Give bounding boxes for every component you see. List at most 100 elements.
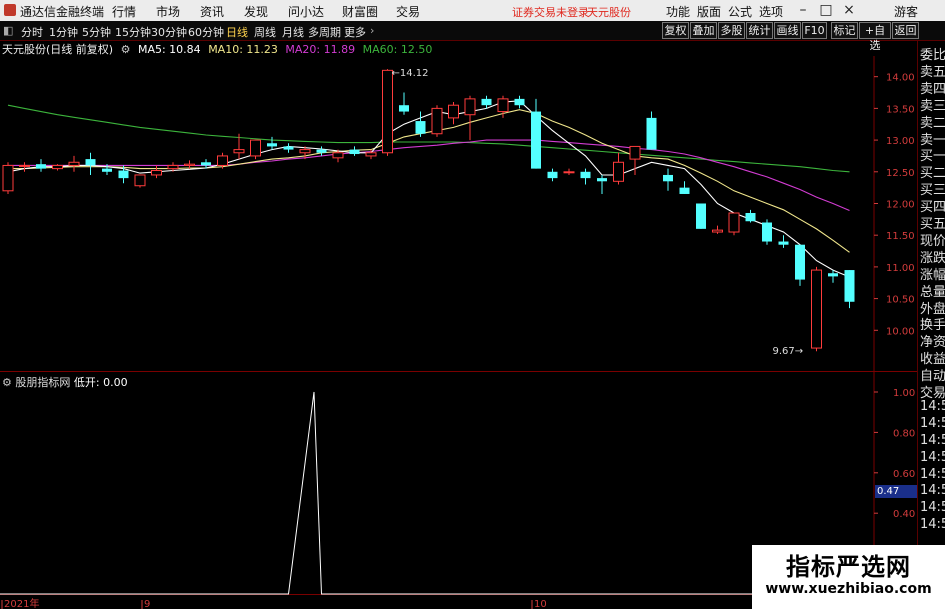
candle-body-down xyxy=(795,244,805,280)
candle-body-down xyxy=(85,159,96,166)
side-panel-label: 14:56 xyxy=(920,415,945,431)
candle-body-up xyxy=(184,163,195,166)
period-5min[interactable]: 5分钟 xyxy=(82,24,111,40)
candle-body-up xyxy=(134,174,146,187)
period-60min[interactable]: 60分钟 xyxy=(188,24,224,40)
menu-faxian[interactable]: 发现 xyxy=(244,3,268,20)
chart-title: 天元股份(日线 前复权) xyxy=(2,43,114,56)
f10-button[interactable]: F10 xyxy=(802,22,827,39)
statistics-button[interactable]: 统计 xyxy=(746,22,773,39)
candle-body-up xyxy=(299,149,311,154)
menu-gongneng[interactable]: 功能 xyxy=(666,3,690,20)
ma60-label: MA60: 12.50 xyxy=(362,43,433,56)
indicator-tick-label: 0.80 xyxy=(893,428,915,439)
side-panel-label: 14:56 xyxy=(920,432,945,448)
price-tick-label: 14.00 xyxy=(886,73,915,84)
candle-body-down xyxy=(646,117,657,150)
side-panel-label: 14:56 xyxy=(920,500,945,516)
chevron-right-icon[interactable]: › xyxy=(370,24,374,37)
menu-jiaoyi[interactable]: 交易 xyxy=(396,3,420,20)
settings-gear-icon[interactable]: ⚙ xyxy=(121,43,131,56)
period-multi[interactable]: 多周期 xyxy=(308,24,341,40)
draw-line-button[interactable]: 画线 xyxy=(774,22,801,39)
menu-gongshi[interactable]: 公式 xyxy=(728,3,752,20)
side-panel-label: 14:56 xyxy=(920,466,945,482)
candle-body-down xyxy=(828,273,838,277)
candle-body-up xyxy=(233,149,245,154)
candle-body-up xyxy=(2,164,14,192)
collapse-left-icon[interactable]: ◧ xyxy=(3,24,13,37)
candle-body-down xyxy=(778,241,789,245)
period-more[interactable]: 更多 xyxy=(344,24,366,40)
candle-body-up xyxy=(167,164,179,170)
fuquan-button[interactable]: 复权 xyxy=(662,22,689,39)
menu-hangqing[interactable]: 行情 xyxy=(112,3,136,20)
ma10-line xyxy=(8,109,850,253)
indicator-settings-icon[interactable]: ⚙ xyxy=(2,376,12,389)
close-icon[interactable]: × xyxy=(838,1,860,20)
quote-side-panel: 委比 卖五 卖四 卖三 卖二 卖一 买一 买二 买三 买四 买五 现价 涨跌 涨幅 总量 外盘 换手 净资 收益 自动… xyxy=(917,41,945,609)
period-30min[interactable]: 30分钟 xyxy=(151,24,187,40)
price-tick-label: 13.00 xyxy=(886,136,915,147)
candle-body-down xyxy=(415,121,426,134)
period-15min[interactable]: 15分钟 xyxy=(115,24,151,40)
watermark-url: www.xuezhibiao.com xyxy=(765,581,932,597)
maximize-icon[interactable]: □ xyxy=(815,1,837,20)
add-watchlist-button[interactable]: +自选 xyxy=(859,22,891,52)
candle-body-up xyxy=(382,69,393,154)
candle-body-down xyxy=(283,146,294,150)
candle-body-down xyxy=(36,164,46,169)
period-monthly[interactable]: 月线 xyxy=(282,24,304,40)
candle-body-up xyxy=(365,152,377,157)
date-tick-label: 10 xyxy=(534,599,547,609)
ma20-label: MA20: 11.89 xyxy=(285,43,356,56)
indicator-tick-label: 0.60 xyxy=(893,469,915,480)
price-tick-label: 11.50 xyxy=(886,231,915,242)
indicator-tick-label: 0.40 xyxy=(893,509,915,520)
indicator-tick-label: 1.00 xyxy=(893,388,915,399)
menu-banmian[interactable]: 版面 xyxy=(697,3,721,20)
app-title: 通达信金融终端 xyxy=(20,5,105,19)
side-panel-label: 14:56 xyxy=(920,483,945,499)
price-tick-label: 13.50 xyxy=(886,104,915,115)
ma10-label: MA10: 11.23 xyxy=(208,43,278,56)
menu-shichang[interactable]: 市场 xyxy=(156,3,180,20)
high-price-marker: ←14.12 xyxy=(392,68,429,79)
menu-zixun[interactable]: 资讯 xyxy=(200,3,224,20)
candle-body-up xyxy=(497,98,509,113)
watermark: 指标严选网 www.xuezhibiao.com xyxy=(752,545,945,609)
multi-stock-button[interactable]: 多股 xyxy=(718,22,745,39)
period-1min[interactable]: 1分钟 xyxy=(49,24,78,40)
candle-body-down xyxy=(597,178,607,182)
menu-caifuquan[interactable]: 财富圈 xyxy=(342,3,378,20)
side-panel-label: 14:56 xyxy=(920,449,945,465)
login-notice[interactable]: 证券交易未登录 xyxy=(512,4,589,20)
back-button[interactable]: 返回 xyxy=(892,22,919,39)
candle-body-down xyxy=(580,171,591,179)
candle-body-down xyxy=(102,168,112,172)
side-panel-label: 14:56 xyxy=(920,398,945,414)
period-fenshi[interactable]: 分时 xyxy=(21,24,43,40)
date-tick-label: 2021年 xyxy=(4,597,39,609)
overlay-button[interactable]: 叠加 xyxy=(690,22,717,39)
price-tick-label: 12.50 xyxy=(886,168,915,179)
menu-bar: 通达信金融终端 行情 市场 资讯 发现 问小达 财富圈 交易 证券交易未登录 天… xyxy=(0,0,945,21)
main-chart-info: 天元股份(日线 前复权) ⚙ MA5: 10.84 MA10: 11.23 MA… xyxy=(0,41,436,56)
candle-body-up xyxy=(68,161,80,166)
menu-wenxiaoda[interactable]: 问小达 xyxy=(288,3,324,20)
period-weekly[interactable]: 周线 xyxy=(254,24,276,40)
price-tick-label: 12.00 xyxy=(886,199,915,210)
indicator-info: ⚙ 股朋指标网 低开: 0.00 xyxy=(2,374,128,390)
mark-button[interactable]: 标记 xyxy=(831,22,858,39)
minimize-icon[interactable]: – xyxy=(792,1,814,20)
candle-body-up xyxy=(629,145,641,160)
candle-body-down xyxy=(547,171,558,179)
price-tick-label: 10.50 xyxy=(886,295,915,306)
period-daily[interactable]: 日线 xyxy=(226,24,248,40)
candle-body-up xyxy=(448,104,459,119)
crosshair-value-tag: 0.47 xyxy=(875,485,919,498)
candlestick-chart[interactable]: 14.00 13.50 13.00 12.50 12.00 11.50 11.00 10.50… xyxy=(0,56,917,372)
candle-body-down xyxy=(481,98,492,106)
menu-xuanxiang[interactable]: 选项 xyxy=(759,3,783,20)
user-guest[interactable]: 游客 xyxy=(894,3,918,20)
